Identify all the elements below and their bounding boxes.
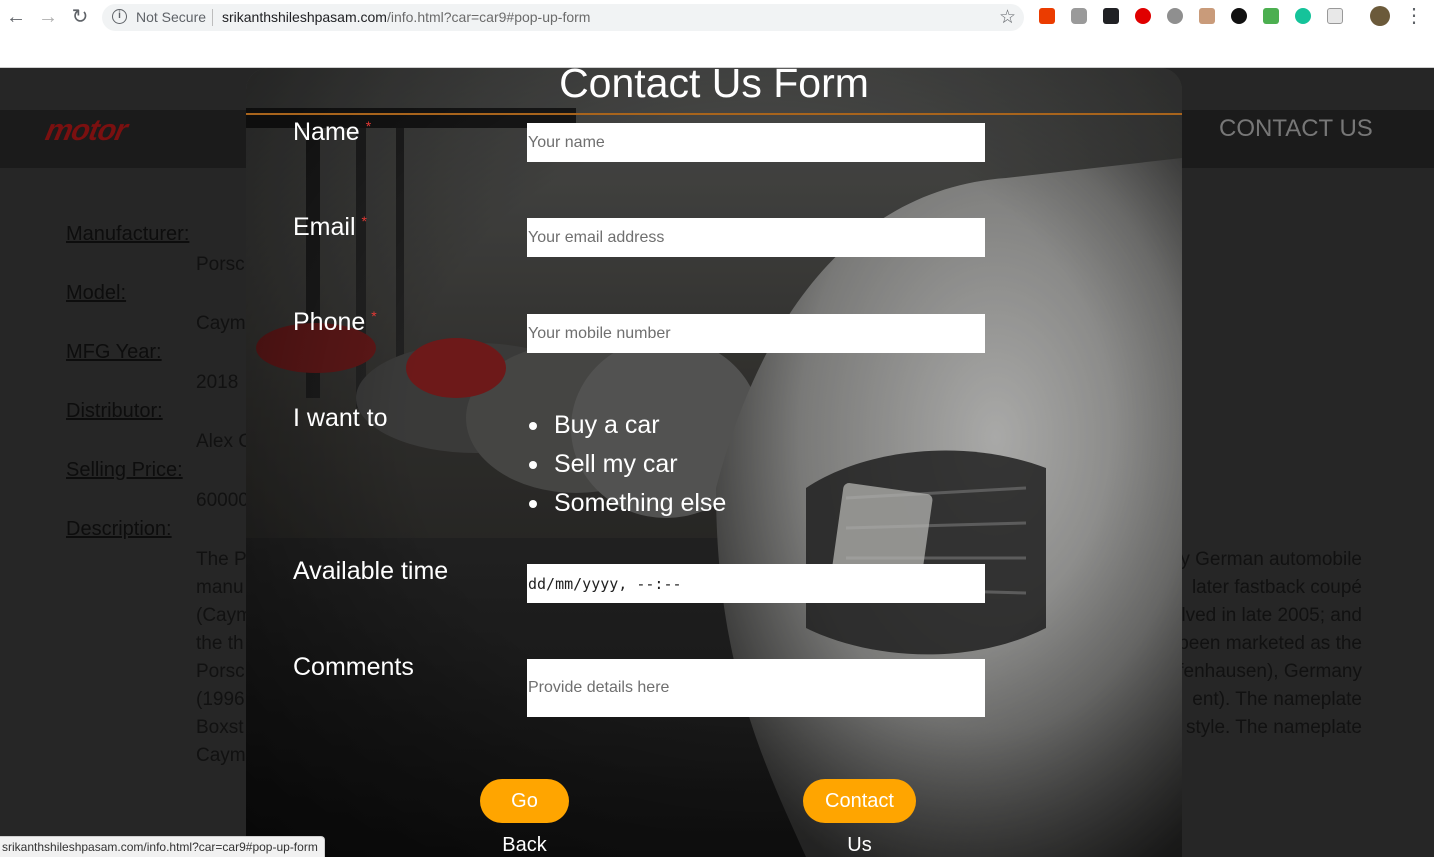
option-something-else[interactable]: Something else	[527, 484, 726, 523]
inbox-extension-icon[interactable]	[1263, 8, 1279, 24]
description-right-line: been marketed as the	[1178, 633, 1362, 654]
description-right-line: style. The nameplate	[1185, 717, 1362, 738]
required-marker: *	[365, 118, 372, 134]
option-buy-car[interactable]: Buy a car	[527, 406, 726, 445]
required-marker: *	[371, 308, 377, 324]
model-value: Caym	[196, 313, 246, 334]
help-extension-icon[interactable]	[1167, 8, 1183, 24]
office-extension-icon[interactable]	[1039, 8, 1055, 24]
browser-menu-icon[interactable]: ⋮	[1404, 4, 1424, 28]
description-left-line: the th	[196, 633, 244, 654]
comments-label: Comments	[293, 653, 414, 681]
selling-price-label: Selling Price:	[66, 459, 183, 481]
name-input[interactable]	[527, 123, 985, 162]
manufacturer-label: Manufacturer:	[66, 223, 190, 245]
profile-avatar[interactable]	[1370, 6, 1390, 26]
option-sell-car[interactable]: Sell my car	[527, 445, 726, 484]
intent-options: Buy a car Sell my car Something else	[527, 406, 726, 523]
description-right-line: later fastback coupé	[1191, 577, 1362, 598]
contact-form-modal: Contact Us Form Name * Email * Phone * I wa…	[246, 68, 1182, 857]
url-path: /info.html?car=car9#pop-up-form	[386, 9, 591, 25]
option-label: Something else	[554, 489, 727, 517]
bullet-icon	[529, 499, 537, 508]
url-text[interactable]: srikanthshileshpasam.com/info.html?car=c…	[222, 9, 590, 25]
description-left-line: Porsc	[196, 661, 245, 682]
address-divider	[212, 9, 213, 26]
phone-label: Phone *	[293, 308, 377, 337]
phone-input[interactable]	[527, 314, 985, 353]
info-icon[interactable]: i	[112, 9, 127, 24]
forward-arrow-icon[interactable]: →	[36, 5, 60, 29]
name-label: Name *	[293, 118, 371, 147]
picture-extension-icon[interactable]	[1199, 8, 1215, 24]
distributor-label: Distributor:	[66, 400, 163, 422]
camera-extension-icon[interactable]	[1071, 8, 1087, 24]
wordpress-extension-icon[interactable]	[1231, 8, 1247, 24]
description-left-line: manu	[196, 577, 244, 598]
description-left-line: (Caym	[196, 605, 252, 626]
description-left-line: Caym	[196, 745, 246, 766]
site-logo[interactable]: motor	[42, 114, 130, 148]
title-divider	[246, 113, 1182, 115]
reload-icon[interactable]: ↻	[68, 5, 92, 29]
name-label-text: Name	[293, 118, 360, 146]
intent-label: I want to	[293, 404, 388, 432]
description-left-line: Boxst	[196, 717, 244, 738]
mfg-year-value: 2018	[196, 372, 239, 393]
selling-price-value: 60000	[196, 490, 249, 511]
description-right-line: fenhausen), Germany	[1178, 661, 1362, 682]
address-bar[interactable]: i Not Secure srikanthshileshpasam.com/in…	[102, 4, 1024, 31]
description-left-line: The P	[196, 549, 247, 570]
browser-toolbar: ← → ↻ i Not Secure srikanthshileshpasam.…	[0, 0, 1434, 68]
description-right-line: y German automobile	[1180, 549, 1362, 570]
manufacturer-value: Porsc	[196, 254, 245, 275]
modal-title: Contact Us Form	[559, 68, 869, 106]
go-back-button[interactable]: Go Back	[480, 779, 569, 856]
phone-label-text: Phone	[293, 308, 366, 336]
security-label: Not Secure	[136, 9, 207, 25]
required-marker: *	[361, 213, 367, 229]
opera-extension-icon[interactable]	[1135, 8, 1151, 24]
description-label: Description:	[66, 518, 172, 540]
contact-us-button[interactable]: Contact Us	[803, 779, 916, 856]
link-status-bar: srikanthshileshpasam.com/info.html?car=c…	[0, 836, 325, 857]
document-extension-icon[interactable]	[1327, 8, 1343, 24]
email-label: Email *	[293, 213, 367, 242]
back-arrow-icon[interactable]: ←	[4, 5, 28, 29]
bookmark-star-icon[interactable]: ☆	[999, 6, 1016, 29]
nav-contact-link[interactable]: CONTACT US	[1219, 115, 1373, 143]
description-right-line: ent). The nameplate	[1192, 689, 1362, 710]
email-label-text: Email	[293, 213, 356, 241]
comments-textarea[interactable]	[527, 659, 985, 717]
available-time-label: Available time	[293, 557, 449, 585]
dashlane-extension-icon[interactable]	[1103, 8, 1119, 24]
url-host: srikanthshileshpasam.com	[222, 9, 387, 25]
available-time-input[interactable]	[527, 564, 985, 603]
grammarly-extension-icon[interactable]	[1295, 8, 1311, 24]
description-right-line: lved in late 2005; and	[1181, 605, 1362, 626]
description-left-line: (1996	[196, 689, 245, 710]
option-label: Buy a car	[554, 411, 660, 439]
bullet-icon	[529, 460, 537, 469]
mfg-year-label: MFG Year:	[66, 341, 162, 363]
distributor-value: Alex C	[196, 431, 252, 452]
email-input[interactable]	[527, 218, 985, 257]
option-label: Sell my car	[554, 450, 678, 478]
bullet-icon	[529, 421, 537, 430]
model-label: Model:	[66, 282, 127, 304]
